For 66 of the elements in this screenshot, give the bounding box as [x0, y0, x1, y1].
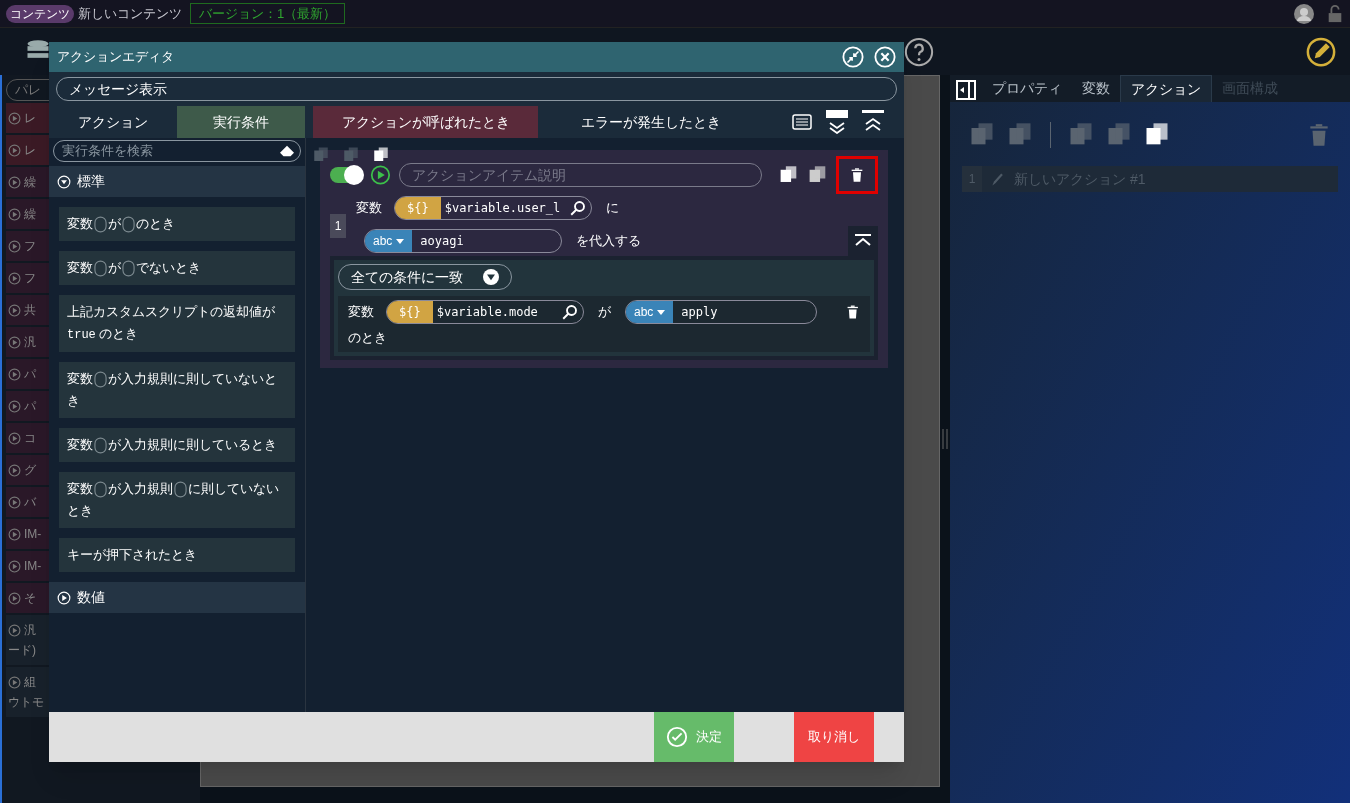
cancel-button[interactable]: 取り消し — [794, 712, 874, 762]
slot-icon — [94, 437, 107, 455]
delete-button[interactable] — [835, 156, 878, 194]
type-dropdown[interactable]: abc — [365, 230, 413, 252]
expanded-caret-icon[interactable] — [57, 174, 71, 189]
category-header[interactable]: 標準 — [49, 166, 305, 197]
content-title: 新しいコンテンツ — [78, 4, 182, 23]
editor-tab[interactable]: アクション — [49, 106, 177, 138]
variable-name: $variable.mode — [435, 304, 539, 321]
condition-item[interactable]: 変数 が のとき — [59, 207, 295, 241]
caret-icon — [483, 269, 499, 285]
collapse-icon[interactable] — [848, 226, 878, 256]
panel-tab[interactable]: アクション — [1120, 75, 1212, 102]
variable-label: 変数 — [348, 303, 374, 322]
condition-item[interactable]: キーが押下されたとき — [59, 538, 295, 572]
event-tab[interactable]: アクションが呼ばれたとき — [313, 106, 538, 138]
assign-text: を代入する — [576, 232, 641, 251]
condition-item[interactable]: 変数 が でないとき — [59, 251, 295, 285]
slot-icon — [94, 216, 107, 234]
slot-icon — [122, 260, 135, 278]
shrink-icon[interactable] — [842, 46, 864, 68]
category-header[interactable]: 数値 — [49, 582, 305, 613]
search-icon[interactable] — [561, 303, 579, 321]
unlocked-padlock-icon[interactable] — [1326, 3, 1344, 24]
variable-badge: ${} — [395, 197, 441, 219]
value-text: aoyagi — [419, 233, 465, 250]
condition-item[interactable]: 変数 が入力規則に則していないとき — [59, 362, 295, 418]
search-icon[interactable] — [569, 199, 587, 217]
panel-toggle-icon[interactable] — [956, 80, 976, 100]
play-icon[interactable] — [370, 164, 392, 186]
particle-text: に — [606, 199, 619, 218]
content-badge: コンテンツ — [6, 4, 74, 23]
condition-item[interactable]: 変数 が入力規則に則しているとき — [59, 428, 295, 462]
splitter-handle-icon[interactable] — [942, 429, 948, 449]
event-tab[interactable]: エラーが発生したとき — [538, 106, 763, 138]
list-icon[interactable] — [792, 114, 812, 130]
dialog-title: アクションエディタ — [57, 48, 175, 67]
type-dropdown[interactable]: abc — [626, 301, 674, 323]
variable-badge: ${} — [387, 301, 433, 323]
slot-icon — [94, 260, 107, 278]
check-icon — [666, 726, 688, 748]
pencil-icon[interactable] — [1306, 36, 1336, 67]
version-label: バージョン：1（最新） — [190, 2, 346, 25]
close-icon[interactable] — [874, 46, 896, 68]
variable-label: 変数 — [356, 199, 382, 218]
slot-icon — [122, 216, 135, 234]
variable-name: $variable.user_l — [443, 200, 562, 217]
panel-tab[interactable]: プロパティ — [982, 75, 1072, 102]
collapse-all-icon[interactable] — [862, 110, 884, 134]
condition-item[interactable]: 変数 が入力規則 に則していないとき — [59, 472, 295, 528]
slot-icon — [94, 371, 107, 389]
enable-toggle[interactable] — [330, 167, 363, 183]
expand-all-icon[interactable] — [826, 110, 848, 134]
caret-icon — [657, 309, 666, 315]
particle-text: が — [598, 303, 611, 322]
value-text: apply — [680, 304, 719, 321]
condition-suffix: のとき — [348, 329, 388, 347]
condition-item[interactable]: 上記カスタムスクリプトの返却値が true のとき — [59, 295, 295, 352]
user-icon[interactable] — [1294, 3, 1314, 24]
slot-icon — [94, 481, 107, 499]
panel-tab[interactable]: 変数 — [1072, 75, 1120, 102]
caret-icon — [396, 238, 405, 244]
item-number: 1 — [330, 214, 346, 238]
help-icon[interactable] — [904, 36, 934, 67]
editor-tab[interactable]: 実行条件 — [177, 106, 305, 138]
slot-icon — [174, 481, 187, 499]
